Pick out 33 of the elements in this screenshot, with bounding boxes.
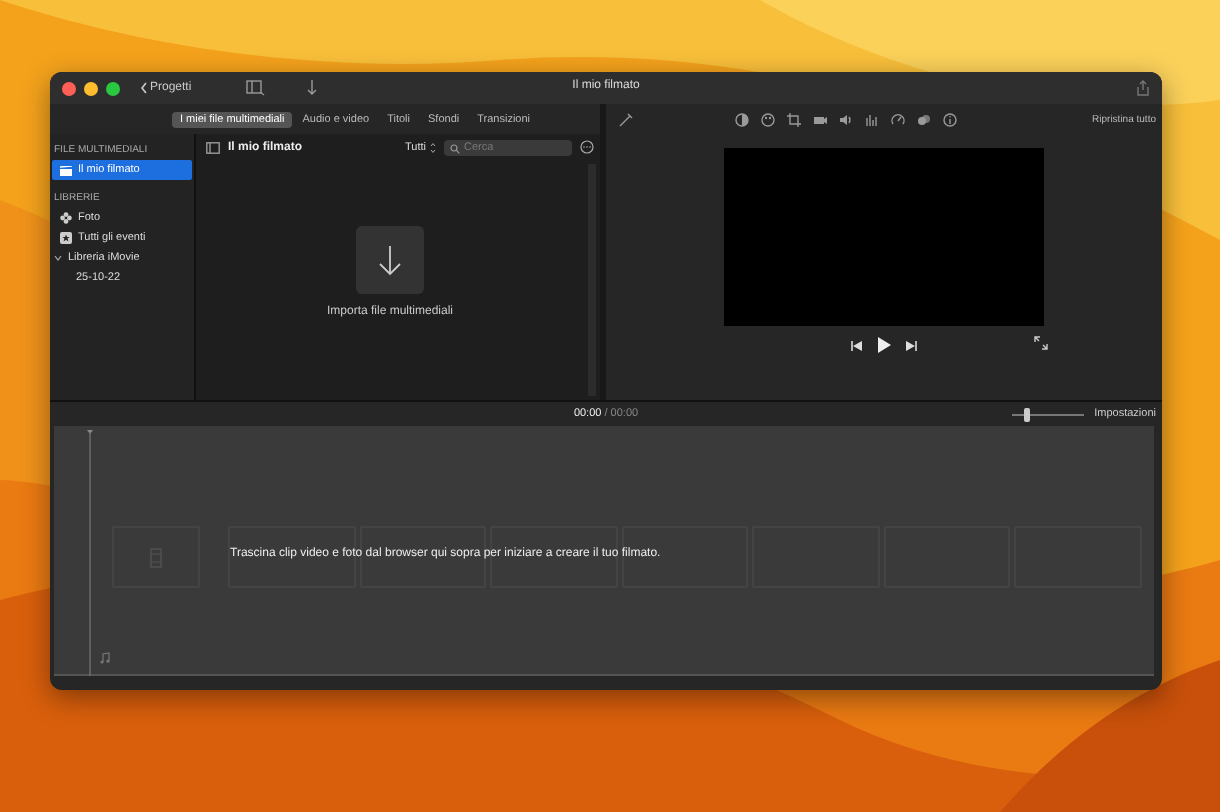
- search-icon: [450, 143, 460, 153]
- camera-icon[interactable]: [812, 111, 828, 127]
- skip-forward-icon[interactable]: [904, 339, 918, 351]
- crop-icon[interactable]: [786, 111, 802, 127]
- minimize-button[interactable]: [84, 81, 98, 95]
- import-button[interactable]: [356, 226, 424, 294]
- sidebar-toggle-icon[interactable]: [206, 141, 220, 153]
- zoom-button[interactable]: [106, 81, 120, 95]
- skip-back-icon[interactable]: [850, 339, 864, 351]
- wand-icon[interactable]: [618, 111, 634, 127]
- options-icon[interactable]: [580, 140, 594, 154]
- equalizer-icon[interactable]: [864, 111, 880, 127]
- flower-icon: [60, 212, 72, 224]
- import-arrow-icon[interactable]: [305, 80, 318, 96]
- speaker-icon[interactable]: [838, 111, 854, 127]
- zoom-slider-thumb[interactable]: [1023, 407, 1030, 421]
- play-icon[interactable]: [876, 336, 892, 354]
- half-circle-icon[interactable]: [734, 111, 750, 127]
- fullscreen-icon[interactable]: [1034, 336, 1048, 350]
- library-toggle-icon[interactable]: [245, 80, 266, 96]
- disclosure-icon[interactable]: [54, 254, 62, 262]
- close-button[interactable]: [62, 81, 76, 95]
- info-icon[interactable]: [942, 111, 958, 127]
- circles-icon[interactable]: [916, 111, 932, 127]
- star-square-icon: [60, 232, 72, 244]
- clapper-icon: [60, 165, 72, 175]
- chevron-left-icon: [140, 82, 148, 94]
- gauge-icon[interactable]: [890, 111, 906, 127]
- palette-icon[interactable]: [760, 111, 776, 127]
- music-note-icon: [100, 652, 110, 664]
- updown-icon: [430, 141, 436, 153]
- share-icon[interactable]: [1136, 80, 1150, 96]
- down-arrow-icon: [378, 244, 402, 276]
